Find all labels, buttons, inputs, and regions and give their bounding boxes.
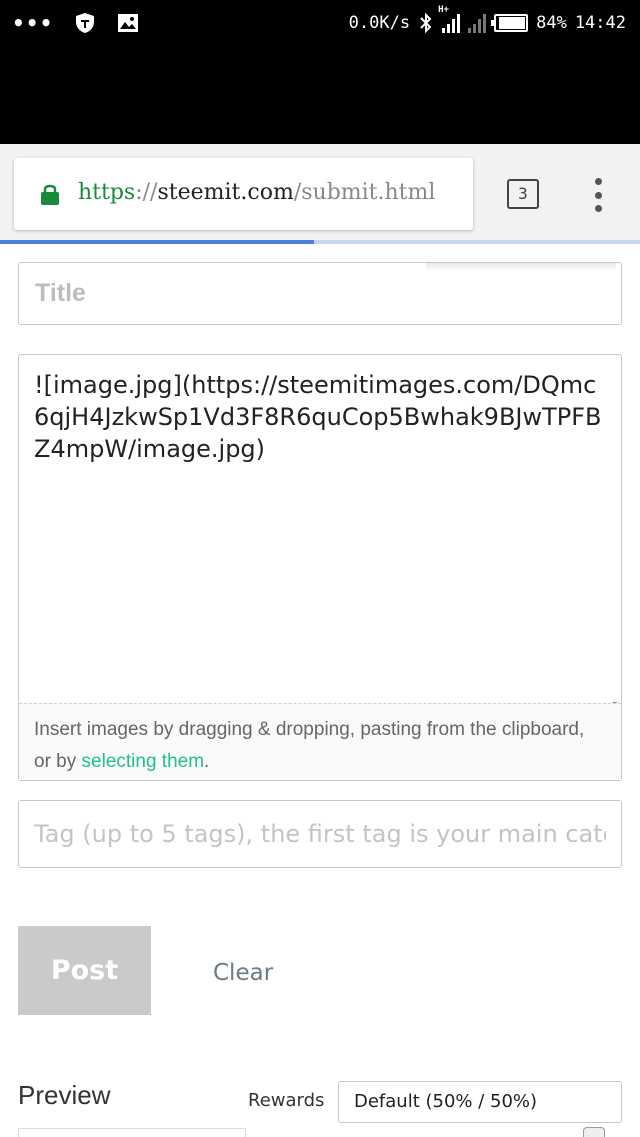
page-load-progress: [0, 240, 640, 244]
image-upload-dropzone[interactable]: Insert images by dragging & dropping, pa…: [19, 703, 621, 780]
scroll-handle[interactable]: [583, 1127, 605, 1137]
url-host: steemit.com: [157, 180, 294, 205]
network-type: H+: [438, 5, 449, 15]
network-speed: 0.0K/s: [348, 13, 411, 33]
url-text[interactable]: https://steemit.com/submit.html: [78, 180, 435, 205]
select-images-link[interactable]: selecting them: [82, 751, 205, 772]
page-load-progress-fill: [0, 240, 314, 244]
lock-icon: [41, 184, 59, 205]
image-icon: [118, 14, 139, 32]
shield-icon: [76, 13, 95, 33]
signal-bars-primary: [442, 13, 461, 33]
bluetooth-icon: [420, 12, 432, 34]
browser-toolbar: https://steemit.com/submit.html 3: [0, 144, 640, 240]
clock: 14:42: [574, 13, 626, 33]
overflow-menu-icon[interactable]: [590, 178, 606, 212]
signal-icon: H+: [438, 5, 461, 33]
url-separator: ://: [135, 180, 158, 205]
signal-bars-secondary: [468, 13, 487, 33]
url-path: /submit.html: [293, 180, 436, 205]
preview-panel: [18, 1128, 246, 1137]
tab-switcher-button[interactable]: 3: [507, 179, 539, 209]
more-dots-icon: •••: [12, 11, 54, 35]
title-input[interactable]: [18, 262, 622, 325]
url-bar[interactable]: https://steemit.com/submit.html: [14, 158, 473, 230]
post-body-editor[interactable]: ![image.jpg](https://steemitimages.com/D…: [18, 354, 622, 781]
status-bar: ••• 0.0K/s H+ 84% 14:42: [0, 0, 640, 144]
rewards-label: Rewards: [248, 1090, 325, 1111]
battery-icon: [491, 14, 529, 32]
rewards-select[interactable]: Default (50% / 50%): [338, 1081, 622, 1123]
status-bar-right: 0.0K/s H+ 84% 14:42: [348, 5, 626, 36]
upload-hint-end: .: [204, 751, 210, 772]
status-bar-left: •••: [12, 10, 139, 36]
post-button[interactable]: Post: [18, 926, 151, 1015]
post-body-text[interactable]: ![image.jpg](https://steemitimages.com/D…: [34, 369, 606, 465]
title-autofill-shadow: [426, 263, 616, 271]
url-scheme: https: [78, 180, 136, 205]
tags-input[interactable]: [18, 800, 622, 868]
battery-percent: 84%: [536, 13, 567, 33]
preview-heading: Preview: [18, 1080, 111, 1110]
clear-button[interactable]: Clear: [213, 960, 273, 986]
